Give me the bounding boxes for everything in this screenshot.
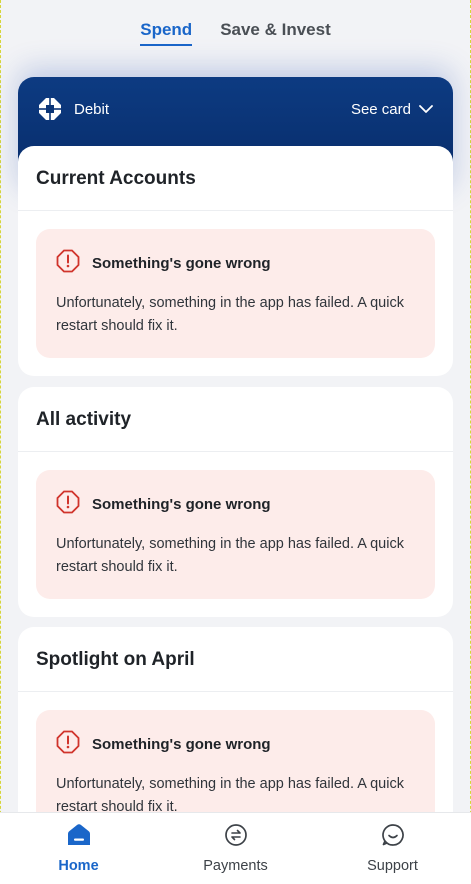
bottom-nav: Home Payments Support (0, 812, 471, 884)
nav-label: Payments (203, 858, 268, 874)
home-icon (66, 823, 92, 852)
nav-label: Home (58, 858, 99, 874)
support-icon (381, 823, 405, 852)
error-title: Something's gone wrong (92, 255, 271, 272)
see-card-button[interactable]: See card (351, 101, 433, 118)
tab-save-invest[interactable]: Save & Invest (220, 20, 331, 44)
error-message: Something's gone wrong Unfortunately, so… (36, 470, 435, 599)
nav-support[interactable]: Support (333, 823, 453, 874)
section-title: Spotlight on April (18, 627, 453, 692)
alert-icon (56, 490, 80, 519)
section-current-accounts: Current Accounts Something's gone wrong … (18, 146, 453, 376)
tab-spend[interactable]: Spend (140, 20, 193, 46)
nav-label: Support (367, 858, 418, 874)
error-title: Something's gone wrong (92, 736, 271, 753)
error-body: Unfortunately, something in the app has … (56, 295, 404, 334)
alert-icon (56, 730, 80, 759)
error-body: Unfortunately, something in the app has … (56, 536, 404, 575)
top-tabs: Spend Save & Invest (0, 0, 471, 64)
section-all-activity: All activity Something's gone wrong Unfo… (18, 387, 453, 617)
card-left: Debit (38, 97, 109, 121)
alert-icon (56, 249, 80, 278)
bank-logo-icon (38, 97, 62, 121)
card-type-label: Debit (74, 100, 110, 118)
nav-home[interactable]: Home (19, 823, 139, 874)
section-title: Current Accounts (18, 146, 453, 211)
error-title: Something's gone wrong (92, 496, 271, 513)
debit-card-row: Debit See card (38, 97, 433, 121)
payments-icon (224, 823, 248, 852)
error-message: Something's gone wrong Unfortunately, so… (36, 229, 435, 358)
nav-payments[interactable]: Payments (176, 823, 296, 874)
section-title: All activity (18, 387, 453, 452)
see-card-label: See card (350, 100, 411, 118)
chevron-down-icon (419, 101, 433, 118)
